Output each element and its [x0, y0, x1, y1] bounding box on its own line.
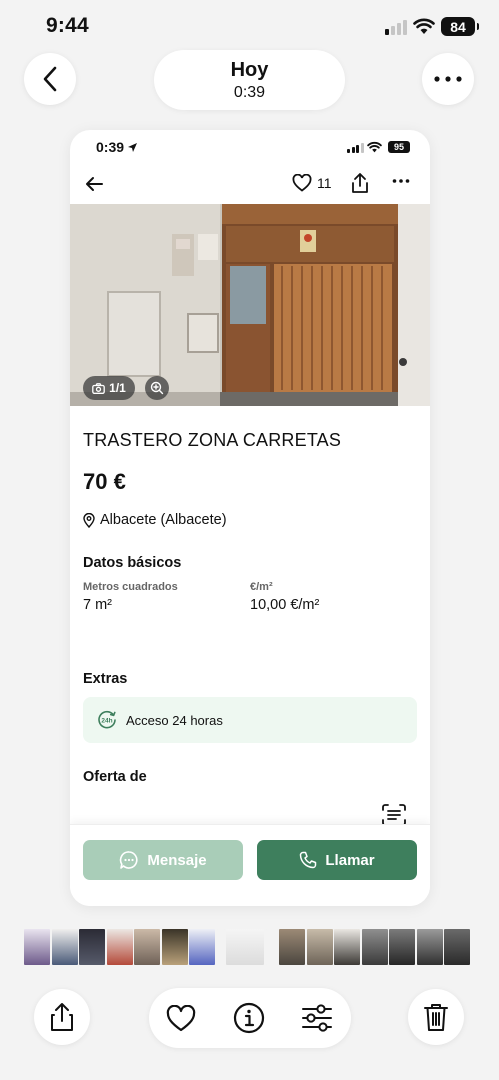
heart-icon[interactable]	[166, 1005, 196, 1032]
listing-price: 70 €	[83, 469, 126, 494]
zoom-button[interactable]	[145, 376, 169, 400]
field-label: €/m²	[250, 581, 273, 593]
favorite-button[interactable]: 11	[292, 174, 332, 192]
favorite-count: 11	[317, 175, 332, 191]
thumbnail[interactable]	[361, 929, 388, 965]
thumbnail[interactable]	[416, 929, 443, 965]
adjust-icon[interactable]	[301, 1004, 333, 1032]
cellular-signal-icon	[385, 20, 407, 35]
camera-icon	[92, 382, 106, 394]
phone-icon	[300, 851, 317, 869]
thumbnail[interactable]	[79, 929, 105, 965]
inner-signal-icon	[347, 143, 364, 153]
inner-battery: 95	[388, 141, 410, 153]
field-value: 7 m²	[83, 597, 112, 613]
screenshot-preview: 0:39 95 11 1/1 TRASTERO ZONA CARRETAS 70…	[70, 130, 430, 906]
listing-photo[interactable]: 1/1	[70, 204, 430, 406]
extras-heading: Extras	[83, 671, 128, 687]
offer-heading: Oferta de	[83, 769, 147, 785]
thumbnail-strip[interactable]	[24, 929, 476, 965]
thumbnail[interactable]	[279, 929, 305, 965]
listing-nav-bar: 11	[70, 166, 430, 204]
back-button[interactable]	[24, 53, 76, 105]
thumbnail[interactable]	[389, 929, 415, 965]
photo-counter[interactable]: 1/1	[83, 376, 135, 400]
field-label: Metros cuadrados	[83, 581, 178, 593]
thumbnail[interactable]	[189, 929, 215, 965]
extra-item: 24h Acceso 24 horas	[83, 697, 417, 743]
clock-24h-icon: 24h	[98, 710, 116, 729]
basic-data-heading: Datos básicos	[83, 555, 182, 571]
extra-label: Acceso 24 horas	[126, 712, 223, 728]
location-arrow-icon	[128, 142, 138, 152]
date-title: Hoy	[230, 59, 269, 81]
thumbnail[interactable]	[444, 929, 470, 965]
message-button[interactable]: Mensaje	[83, 840, 243, 880]
chat-bubble-icon	[120, 851, 138, 869]
date-title-pill[interactable]: Hoy 0:39	[154, 50, 345, 110]
thumbnail[interactable]	[106, 929, 133, 965]
arrow-left-icon[interactable]	[84, 174, 104, 194]
basic-data-grid: Metros cuadrados 7 m² €/m² 10,00 €/m²	[83, 581, 417, 613]
share-icon[interactable]	[350, 172, 370, 194]
more-options-button[interactable]	[422, 53, 474, 105]
basic-field: €/m² 10,00 €/m²	[250, 581, 417, 613]
field-value: 10,00 €/m²	[250, 597, 320, 613]
listing-info: TRASTERO ZONA CARRETAS 70 € Albacete (Al…	[70, 430, 430, 785]
call-button[interactable]: Llamar	[257, 840, 417, 880]
share-photo-button[interactable]	[34, 989, 90, 1045]
thumbnail[interactable]	[265, 929, 278, 965]
thumbnail[interactable]	[216, 929, 225, 965]
time-subtitle: 0:39	[233, 84, 266, 101]
thumbnail[interactable]	[24, 929, 50, 965]
os-status-bar: 9:44 84	[0, 0, 499, 54]
photo-actions-pill	[149, 988, 351, 1048]
zoom-in-icon	[150, 381, 164, 395]
more-dots-icon[interactable]	[392, 178, 410, 184]
contact-action-bar: Mensaje Llamar	[70, 824, 430, 906]
share-icon	[51, 1003, 73, 1031]
os-clock: 9:44	[46, 14, 89, 37]
thumbnail[interactable]	[226, 929, 264, 965]
inner-status-bar: 0:39 95	[70, 130, 430, 166]
info-icon[interactable]	[233, 1002, 265, 1034]
thumbnail[interactable]	[161, 929, 188, 965]
thumbnail[interactable]	[306, 929, 333, 965]
listing-location: Albacete (Albacete)	[83, 512, 417, 528]
chevron-left-icon	[43, 66, 57, 92]
delete-button[interactable]	[408, 989, 464, 1045]
inner-clock: 0:39	[96, 139, 138, 155]
inner-wifi-icon	[367, 141, 382, 153]
battery-indicator: 84	[441, 17, 479, 36]
thumbnail[interactable]	[334, 929, 360, 965]
trash-icon	[424, 1004, 448, 1031]
thumbnail[interactable]	[51, 929, 78, 965]
ellipsis-icon	[434, 76, 462, 82]
basic-field: Metros cuadrados 7 m²	[83, 581, 250, 613]
listing-title: TRASTERO ZONA CARRETAS	[83, 430, 342, 450]
wifi-icon	[413, 18, 435, 34]
location-pin-icon	[83, 512, 95, 528]
thumbnail[interactable]	[134, 929, 160, 965]
svg-text:24h: 24h	[101, 718, 112, 725]
heart-outline-icon	[292, 174, 312, 192]
